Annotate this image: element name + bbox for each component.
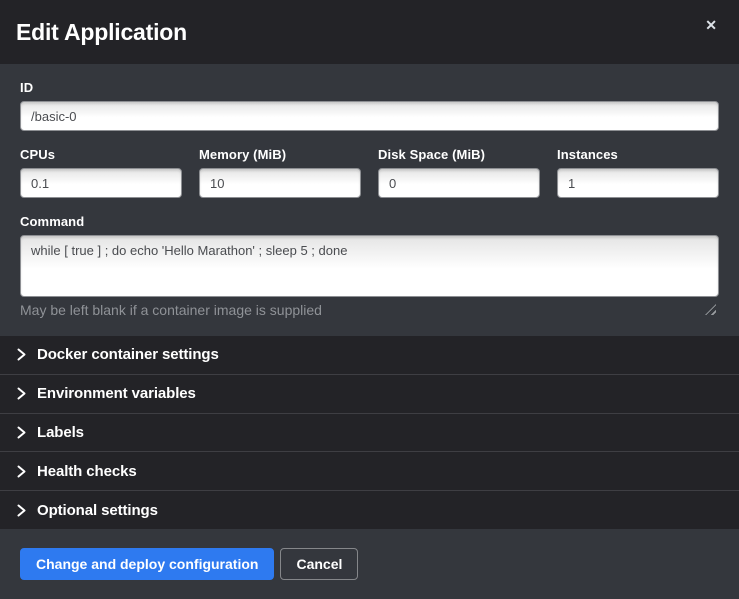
id-field-group: ID [20,80,719,131]
modal-title: Edit Application [16,19,187,46]
modal-footer: Change and deploy configuration Cancel [0,529,739,599]
command-field-group: Command while [ true ] ; do echo 'Hello … [20,214,719,318]
instances-label: Instances [557,147,719,162]
edit-application-form: ID CPUs Memory (MiB) Disk Space (MiB) In… [0,64,739,336]
memory-field-group: Memory (MiB) [199,147,361,198]
memory-input[interactable] [199,168,361,198]
chevron-right-icon [16,504,27,517]
section-label: Optional settings [37,502,158,519]
resources-row: CPUs Memory (MiB) Disk Space (MiB) Insta… [20,147,719,198]
cancel-button[interactable]: Cancel [280,548,358,580]
id-input[interactable] [20,101,719,131]
chevron-right-icon [16,426,27,439]
command-label: Command [20,214,719,229]
cpus-input[interactable] [20,168,182,198]
instances-field-group: Instances [557,147,719,198]
chevron-right-icon [16,387,27,400]
modal-header: Edit Application ✕ [0,0,739,64]
section-label: Environment variables [37,385,196,402]
section-labels[interactable]: Labels [0,414,739,453]
section-label: Labels [37,424,84,441]
section-label: Docker container settings [37,346,219,363]
disk-input[interactable] [378,168,540,198]
disk-field-group: Disk Space (MiB) [378,147,540,198]
chevron-right-icon [16,348,27,361]
accordion-sections: Docker container settings Environment va… [0,336,739,529]
memory-label: Memory (MiB) [199,147,361,162]
cpus-label: CPUs [20,147,182,162]
section-optional-settings[interactable]: Optional settings [0,491,739,529]
close-icon[interactable]: ✕ [699,14,723,36]
edit-application-modal: Edit Application ✕ ID CPUs Memory (MiB) … [0,0,739,599]
chevron-right-icon [16,465,27,478]
section-label: Health checks [37,463,137,480]
section-environment-variables[interactable]: Environment variables [0,375,739,414]
instances-input[interactable] [557,168,719,198]
cpus-field-group: CPUs [20,147,182,198]
id-label: ID [20,80,719,95]
command-help-text: May be left blank if a container image i… [20,302,719,318]
disk-label: Disk Space (MiB) [378,147,540,162]
section-health-checks[interactable]: Health checks [0,452,739,491]
change-and-deploy-button[interactable]: Change and deploy configuration [20,548,274,580]
command-textarea[interactable]: while [ true ] ; do echo 'Hello Marathon… [20,235,719,297]
section-docker-container-settings[interactable]: Docker container settings [0,336,739,375]
